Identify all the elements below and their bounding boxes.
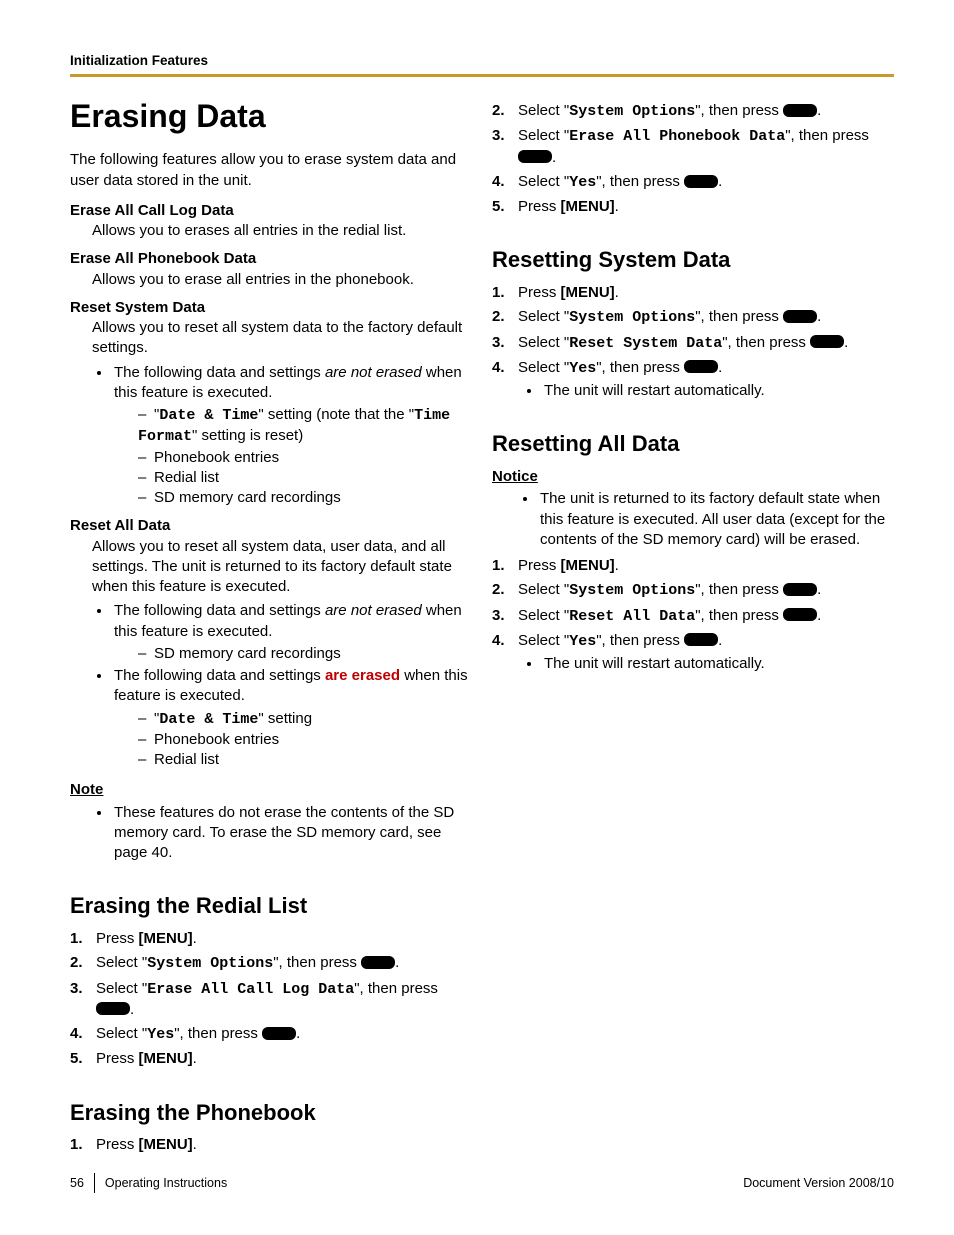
- def-phonebook-body: Allows you to erase all entries in the p…: [92, 270, 472, 290]
- step: Select "Reset All Data", then press .: [492, 606, 894, 627]
- def-phonebook-head: Erase All Phonebook Data: [70, 249, 472, 269]
- softkey-icon: [361, 956, 395, 969]
- def-calllog-head: Erase All Call Log Data: [70, 201, 472, 221]
- step: Press [MENU].: [70, 929, 472, 949]
- step: Select "Erase All Phonebook Data", then …: [492, 126, 894, 168]
- softkey-icon: [96, 1002, 130, 1015]
- phonebook-steps: Press [MENU].: [70, 1135, 472, 1155]
- page-header: Initialization Features: [70, 52, 894, 70]
- softkey-icon: [783, 583, 817, 596]
- dash-item: Phonebook entries: [138, 448, 472, 468]
- step: Press [MENU].: [492, 197, 894, 217]
- softkey-icon: [783, 310, 817, 323]
- step: Select "Erase All Call Log Data", then p…: [70, 979, 472, 1021]
- footer: 56 Operating Instructions Document Versi…: [70, 1173, 894, 1193]
- phonebook-steps-cont: Select "System Options", then press . Se…: [492, 101, 894, 217]
- step: Select "System Options", then press .: [492, 101, 894, 122]
- dash-item: Redial list: [138, 468, 472, 488]
- dash-item: "Date & Time" setting (note that the "Ti…: [138, 405, 472, 448]
- step: Select "System Options", then press .: [492, 580, 894, 601]
- intro-text: The following features allow you to eras…: [70, 150, 472, 191]
- substep: The unit will restart automatically.: [542, 654, 894, 674]
- dash-item: Phonebook entries: [138, 730, 472, 750]
- softkey-icon: [810, 335, 844, 348]
- def-resetall-body: Allows you to reset all system data, use…: [92, 537, 472, 598]
- step: Select "System Options", then press .: [492, 307, 894, 328]
- right-column: Select "System Options", then press . Se…: [492, 95, 894, 1159]
- def-resetsystem-body: Allows you to reset all system data to t…: [92, 318, 472, 359]
- softkey-icon: [684, 633, 718, 646]
- softkey-icon: [783, 608, 817, 621]
- section-redial-title: Erasing the Redial List: [70, 891, 472, 921]
- def-resetall-head: Reset All Data: [70, 516, 472, 536]
- step: Select "Yes", then press . The unit will…: [492, 631, 894, 675]
- columns: Erasing Data The following features allo…: [70, 95, 894, 1159]
- dash-item: Redial list: [138, 750, 472, 770]
- resetsystem-bullets: The following data and settings are not …: [112, 363, 472, 509]
- notice-bullets: The unit is returned to its factory defa…: [538, 489, 894, 550]
- bullet-item: The following data and settings are eras…: [112, 666, 472, 770]
- step: Press [MENU].: [492, 283, 894, 303]
- substep: The unit will restart automatically.: [542, 381, 894, 401]
- note-bullets: These features do not erase the contents…: [112, 803, 472, 864]
- bullet-item: The following data and settings are not …: [112, 363, 472, 509]
- notice-text: The unit is returned to its factory defa…: [538, 489, 894, 550]
- step: Select "Reset System Data", then press .: [492, 333, 894, 354]
- step: Press [MENU].: [492, 556, 894, 576]
- substep-bullets: The unit will restart automatically.: [542, 654, 894, 674]
- section-phonebook-title: Erasing the Phonebook: [70, 1098, 472, 1128]
- page-number: 56: [70, 1175, 84, 1192]
- footer-doc: Operating Instructions: [105, 1175, 227, 1192]
- footer-version: Document Version 2008/10: [743, 1175, 894, 1192]
- step: Select "Yes", then press .: [492, 172, 894, 193]
- left-column: Erasing Data The following features allo…: [70, 95, 472, 1159]
- substep-bullets: The unit will restart automatically.: [542, 381, 894, 401]
- notice-label: Notice: [492, 467, 894, 487]
- notice-block: Notice The unit is returned to its facto…: [492, 467, 894, 550]
- softkey-icon: [518, 150, 552, 163]
- page: Initialization Features Erasing Data The…: [0, 0, 954, 1210]
- def-resetsystem-head: Reset System Data: [70, 298, 472, 318]
- section-resetall-title: Resetting All Data: [492, 429, 894, 459]
- section-resetsys-title: Resetting System Data: [492, 245, 894, 275]
- step: Select "Yes", then press . The unit will…: [492, 358, 894, 402]
- header-rule: [70, 74, 894, 77]
- page-title: Erasing Data: [70, 95, 472, 138]
- step: Select "System Options", then press .: [70, 953, 472, 974]
- softkey-icon: [783, 104, 817, 117]
- softkey-icon: [262, 1027, 296, 1040]
- bullet-item: The following data and settings are not …: [112, 601, 472, 664]
- dash-list: "Date & Time" setting Phonebook entries …: [138, 709, 472, 771]
- dash-item: SD memory card recordings: [138, 488, 472, 508]
- softkey-icon: [684, 360, 718, 373]
- resetsys-steps: Press [MENU]. Select "System Options", t…: [492, 283, 894, 401]
- footer-separator: [94, 1173, 95, 1193]
- resetall-bullets: The following data and settings are not …: [112, 601, 472, 770]
- dash-item: "Date & Time" setting: [138, 709, 472, 730]
- footer-left: 56 Operating Instructions: [70, 1173, 227, 1193]
- redial-steps: Press [MENU]. Select "System Options", t…: [70, 929, 472, 1070]
- note-text: These features do not erase the contents…: [112, 803, 472, 864]
- dash-item: SD memory card recordings: [138, 644, 472, 664]
- dash-list: "Date & Time" setting (note that the "Ti…: [138, 405, 472, 508]
- note-label: Note: [70, 780, 472, 800]
- step: Press [MENU].: [70, 1049, 472, 1069]
- resetall-steps: Press [MENU]. Select "System Options", t…: [492, 556, 894, 674]
- step: Select "Yes", then press .: [70, 1024, 472, 1045]
- softkey-icon: [684, 175, 718, 188]
- dash-list: SD memory card recordings: [138, 644, 472, 664]
- def-calllog-body: Allows you to erases all entries in the …: [92, 221, 472, 241]
- step: Press [MENU].: [70, 1135, 472, 1155]
